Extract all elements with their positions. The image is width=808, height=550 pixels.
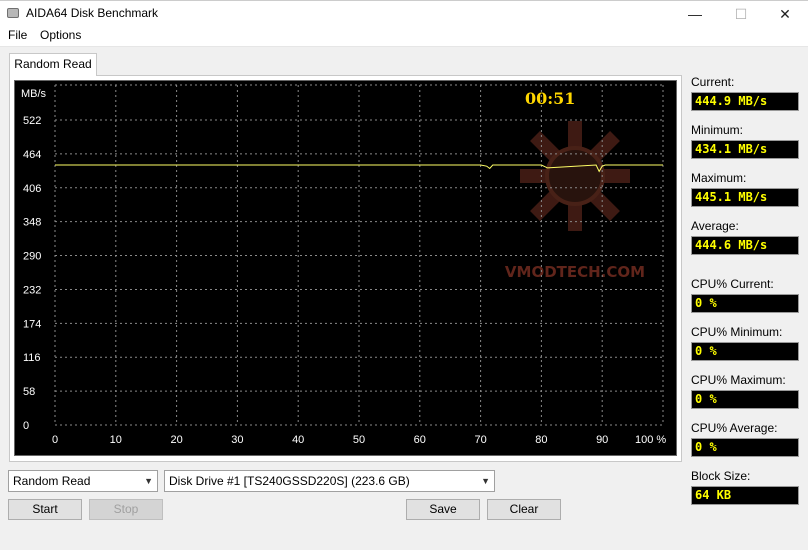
watermark-logo (520, 121, 630, 231)
app-icon (7, 8, 19, 18)
cpu-current-value: 0 % (691, 294, 799, 313)
cpu-average-value: 0 % (691, 438, 799, 457)
tab-random-read[interactable]: Random Read (9, 53, 97, 76)
menu-options[interactable]: Options (40, 28, 81, 42)
x-tick-label: 90 (596, 434, 608, 446)
chevron-down-icon: ▼ (481, 476, 490, 486)
cpu-current-label: CPU% Current: (691, 277, 774, 291)
save-button[interactable]: Save (406, 499, 480, 520)
watermark-ring (545, 146, 605, 206)
test-type-select[interactable]: Random Read ▼ (8, 470, 158, 492)
x-tick-label: 0 (52, 434, 58, 446)
menu-file[interactable]: File (8, 28, 27, 42)
y-tick-label: 116 (23, 352, 41, 364)
average-label: Average: (691, 219, 739, 233)
block-size-value: 64 KB (691, 486, 799, 505)
maximum-label: Maximum: (691, 171, 747, 185)
minimum-value: 434.1 MB/s (691, 140, 799, 159)
maximum-value: 445.1 MB/s (691, 188, 799, 207)
menu-divider (0, 46, 808, 47)
average-value: 444.6 MB/s (691, 236, 799, 255)
current-value: 444.9 MB/s (691, 92, 799, 111)
clear-button[interactable]: Clear (487, 499, 561, 520)
x-tick-label: 40 (292, 434, 304, 446)
x-tick-label: 80 (535, 434, 547, 446)
close-button[interactable]: ✕ (762, 1, 808, 27)
cpu-minimum-label: CPU% Minimum: (691, 325, 783, 339)
y-tick-label: 58 (23, 386, 35, 398)
current-label: Current: (691, 75, 735, 89)
x-tick-label: 30 (231, 434, 243, 446)
test-type-value: Random Read (13, 474, 91, 488)
title-bar: AIDA64 Disk Benchmark — ☐ ✕ (0, 0, 808, 26)
elapsed-timer: 00:51 (525, 89, 575, 108)
y-tick-label: 174 (23, 318, 41, 330)
x-tick-label: 60 (414, 434, 426, 446)
y-tick-label: 290 (23, 251, 41, 263)
y-tick-label: 406 (23, 183, 41, 195)
minimum-label: Minimum: (691, 123, 744, 137)
chevron-down-icon: ▼ (144, 476, 153, 486)
chart-svg: VMODTECH.COM5224644063482902321741165800… (21, 84, 666, 446)
y-axis-label: MB/s (21, 88, 47, 100)
drive-value: Disk Drive #1 [TS240GSSD220S] (223.6 GB) (169, 474, 410, 488)
y-tick-label: 464 (23, 149, 41, 161)
x-tick-label: 100 % (635, 434, 666, 446)
cpu-maximum-label: CPU% Maximum: (691, 373, 786, 387)
benchmark-chart: VMODTECH.COM 522 464 406 348 290 232 174 116 58 0 0… (14, 80, 677, 456)
y-tick-label: 232 (23, 284, 41, 296)
y-tick-label: 0 (23, 420, 29, 432)
minimize-button[interactable]: — (672, 1, 718, 27)
window-title: AIDA64 Disk Benchmark (26, 6, 159, 20)
start-button[interactable]: Start (8, 499, 82, 520)
x-tick-label: 10 (110, 434, 122, 446)
menu-bar: File Options (0, 26, 808, 46)
cpu-maximum-value: 0 % (691, 390, 799, 409)
watermark-text: VMODTECH.COM (505, 263, 645, 281)
x-tick-label: 20 (170, 434, 182, 446)
y-tick-label: 348 (23, 217, 41, 229)
maximize-button[interactable]: ☐ (718, 1, 764, 27)
drive-select[interactable]: Disk Drive #1 [TS240GSSD220S] (223.6 GB)… (164, 470, 495, 492)
stop-button[interactable]: Stop (89, 499, 163, 520)
cpu-average-label: CPU% Average: (691, 421, 778, 435)
y-tick-label: 522 (23, 115, 41, 127)
cpu-minimum-value: 0 % (691, 342, 799, 361)
x-tick-label: 70 (474, 434, 486, 446)
block-size-label: Block Size: (691, 469, 751, 483)
x-tick-label: 50 (353, 434, 365, 446)
